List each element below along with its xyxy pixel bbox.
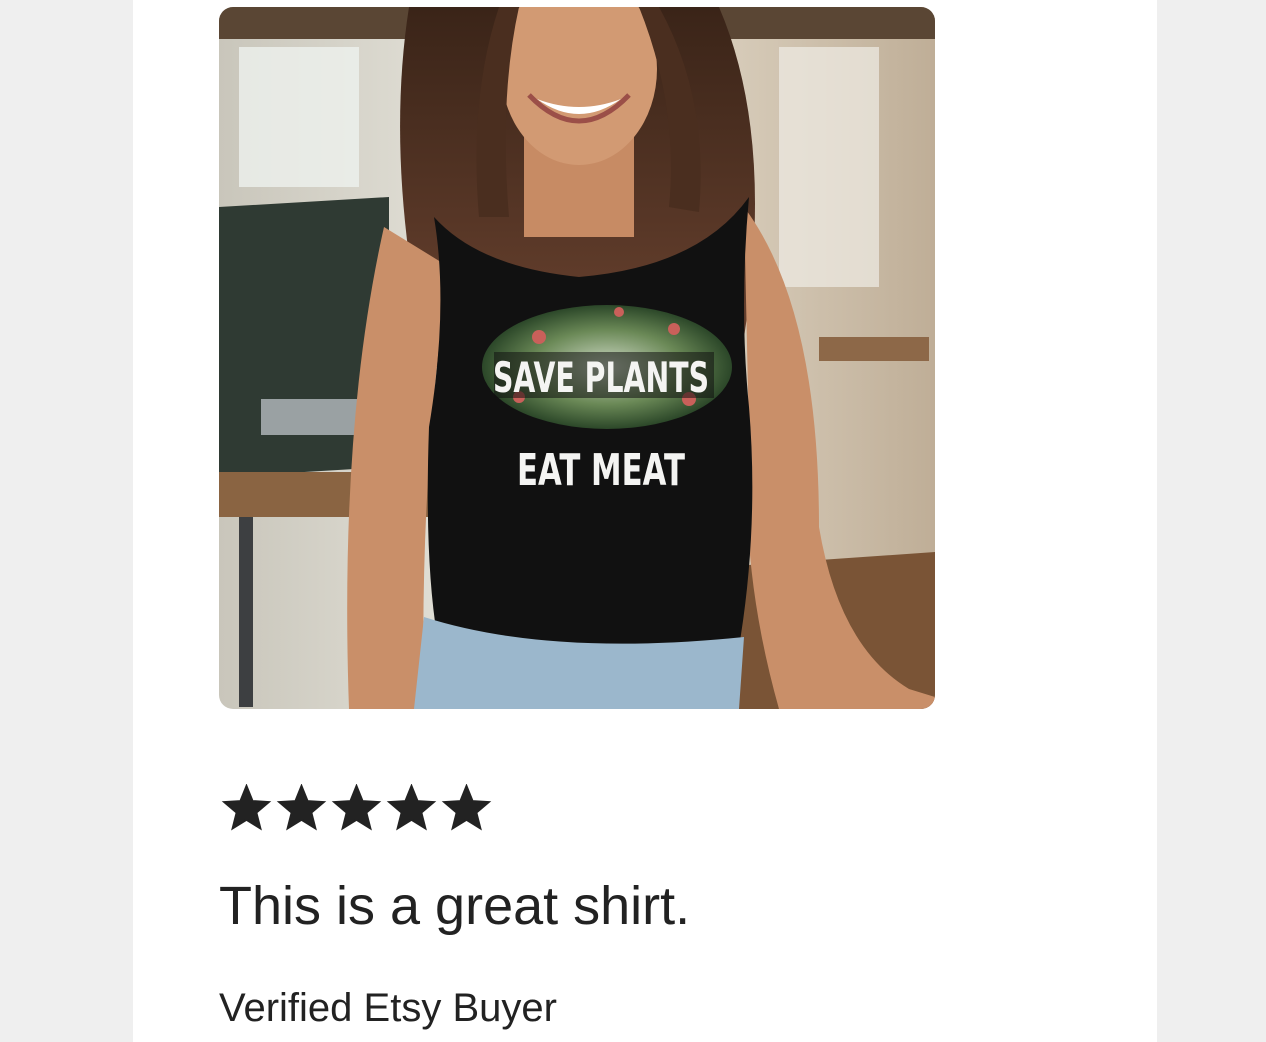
review-photo[interactable]: SAVE PLANTS EAT MEAT	[219, 7, 935, 709]
star-rating	[221, 784, 492, 832]
shirt-print-line-2: EAT MEAT	[517, 445, 685, 496]
shirt-print-line-1: SAVE PLANTS	[493, 353, 709, 402]
star-icon	[221, 784, 272, 832]
review-text: This is a great shirt.	[219, 876, 691, 936]
review-photo-image: SAVE PLANTS EAT MEAT	[219, 7, 935, 709]
star-icon	[331, 784, 382, 832]
star-icon	[276, 784, 327, 832]
star-icon	[386, 784, 437, 832]
star-icon	[441, 784, 492, 832]
review-card: SAVE PLANTS EAT MEAT This is a great shi…	[133, 0, 1157, 1042]
reviewer-name: Verified Etsy Buyer	[219, 986, 557, 1030]
